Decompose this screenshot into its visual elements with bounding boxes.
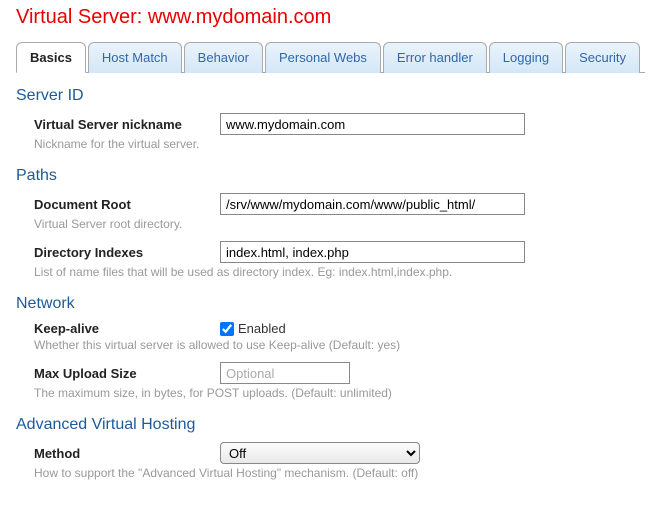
keep-alive-checkbox[interactable]	[220, 322, 234, 336]
max-upload-help: The maximum size, in bytes, for POST upl…	[34, 386, 645, 400]
tab-bar: Basics Host Match Behavior Personal Webs…	[16, 41, 645, 73]
max-upload-input[interactable]	[220, 362, 350, 384]
document-root-help: Virtual Server root directory.	[34, 217, 645, 231]
directory-indexes-help: List of name files that will be used as …	[34, 265, 645, 279]
max-upload-label: Max Upload Size	[34, 366, 220, 381]
section-network-title: Network	[16, 295, 645, 313]
directory-indexes-input[interactable]	[220, 241, 525, 263]
tab-personal-webs[interactable]: Personal Webs	[265, 42, 381, 73]
tab-error-handler[interactable]: Error handler	[383, 42, 487, 73]
nickname-input[interactable]	[220, 113, 525, 135]
keep-alive-checkbox-wrap[interactable]: Enabled	[220, 321, 286, 336]
section-server-id-title: Server ID	[16, 87, 645, 105]
document-root-input[interactable]	[220, 193, 525, 215]
nickname-label: Virtual Server nickname	[34, 117, 220, 132]
page-title: Virtual Server: www.mydomain.com	[16, 6, 645, 29]
tab-basics[interactable]: Basics	[16, 42, 86, 73]
method-select[interactable]: Off	[220, 442, 420, 464]
tab-security[interactable]: Security	[565, 42, 640, 73]
nickname-help: Nickname for the virtual server.	[34, 137, 645, 151]
keep-alive-help: Whether this virtual server is allowed t…	[34, 338, 645, 352]
document-root-label: Document Root	[34, 197, 220, 212]
section-paths-title: Paths	[16, 167, 645, 185]
method-label: Method	[34, 446, 220, 461]
section-adv-hosting-title: Advanced Virtual Hosting	[16, 416, 645, 434]
tab-host-match[interactable]: Host Match	[88, 42, 182, 73]
method-help: How to support the "Advanced Virtual Hos…	[34, 466, 645, 480]
tab-logging[interactable]: Logging	[489, 42, 563, 73]
keep-alive-checkbox-label: Enabled	[238, 321, 286, 336]
directory-indexes-label: Directory Indexes	[34, 245, 220, 260]
keep-alive-label: Keep-alive	[34, 321, 220, 336]
tab-behavior[interactable]: Behavior	[184, 42, 263, 73]
